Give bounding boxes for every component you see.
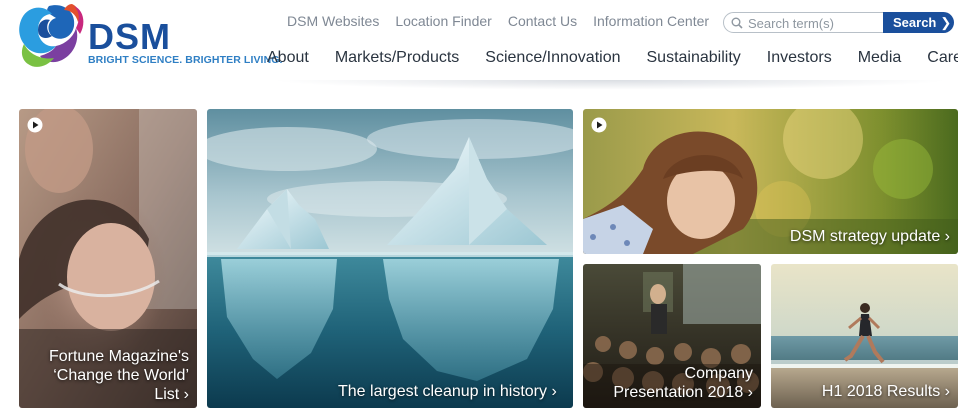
logo-wordmark: DSM [88,16,171,57]
fortune-caption-line3: List [154,386,180,403]
search-box [723,12,888,33]
nav-careers[interactable]: Careers [927,49,958,67]
page: DSM BRIGHT SCIENCE. BRIGHTER LIVING. DSM… [0,0,958,408]
chevron-right-icon: ❯ [940,14,952,30]
h1-tile-caption: H1 2018 Results › [822,382,950,401]
search-input[interactable] [748,14,883,32]
play-video-icon[interactable] [27,117,43,133]
util-link-contact-us[interactable]: Contact Us [508,13,577,29]
strategy-caption-text: DSM strategy update [789,228,941,245]
tile-largest-cleanup[interactable]: The largest cleanup in history › [207,109,573,408]
chevron-right-icon: › [747,384,753,401]
tile-fortune-magazine[interactable]: Fortune Magazine's ‘Change the World’ Li… [19,109,197,408]
chevron-right-icon: › [944,228,950,245]
fortune-caption-line1: Fortune Magazine's [48,348,189,365]
tile-company-presentation[interactable]: Company Presentation 2018 › [583,264,761,408]
nav-investors[interactable]: Investors [767,49,832,67]
cleanup-caption-text: The largest cleanup in history [338,383,547,400]
nav-markets-products[interactable]: Markets/Products [335,49,459,67]
chevron-right-icon: › [551,383,557,400]
nav-science-innovation[interactable]: Science/Innovation [485,49,620,67]
fortune-caption-line2: ‘Change the World’ [53,367,189,384]
dsm-logo[interactable]: DSM BRIGHT SCIENCE. BRIGHTER LIVING. [14,0,282,76]
nav-sustainability[interactable]: Sustainability [647,49,741,67]
util-link-information-center[interactable]: Information Center [593,13,709,29]
cleanup-tile-caption: The largest cleanup in history › [338,382,557,401]
search-icon [731,17,743,29]
search-button[interactable]: Search ❯ [883,12,954,33]
dsm-logo-icon [19,4,84,67]
chevron-right-icon: › [183,386,189,403]
header-divider [270,80,950,90]
logo-tagline: BRIGHT SCIENCE. BRIGHTER LIVING. [88,54,283,66]
util-link-location-finder[interactable]: Location Finder [395,13,492,29]
cleanup-tile-image [207,109,573,408]
play-video-icon[interactable] [591,117,607,133]
company-tile-caption: Company Presentation 2018 › [583,364,753,402]
tile-h1-2018-results[interactable]: H1 2018 Results › [771,264,958,408]
nav-media[interactable]: Media [858,49,902,67]
main-nav: About Markets/Products Science/Innovatio… [267,49,958,67]
search-button-label: Search [893,14,937,30]
strategy-tile-caption: DSM strategy update › [790,227,950,246]
tile-dsm-strategy-update[interactable]: DSM strategy update › [583,109,958,254]
util-link-dsm-websites[interactable]: DSM Websites [287,13,379,29]
fortune-tile-caption: Fortune Magazine's ‘Change the World’ Li… [19,347,189,404]
company-caption-line2: Presentation 2018 [613,384,744,401]
h1-caption-text: H1 2018 Results [821,383,941,400]
chevron-right-icon: › [944,383,950,400]
search-bar: Search❯ [723,12,954,33]
nav-about[interactable]: About [267,49,309,67]
company-caption-line1: Company [684,365,753,382]
utility-nav: DSM Websites Location Finder Contact Us … [287,13,725,29]
